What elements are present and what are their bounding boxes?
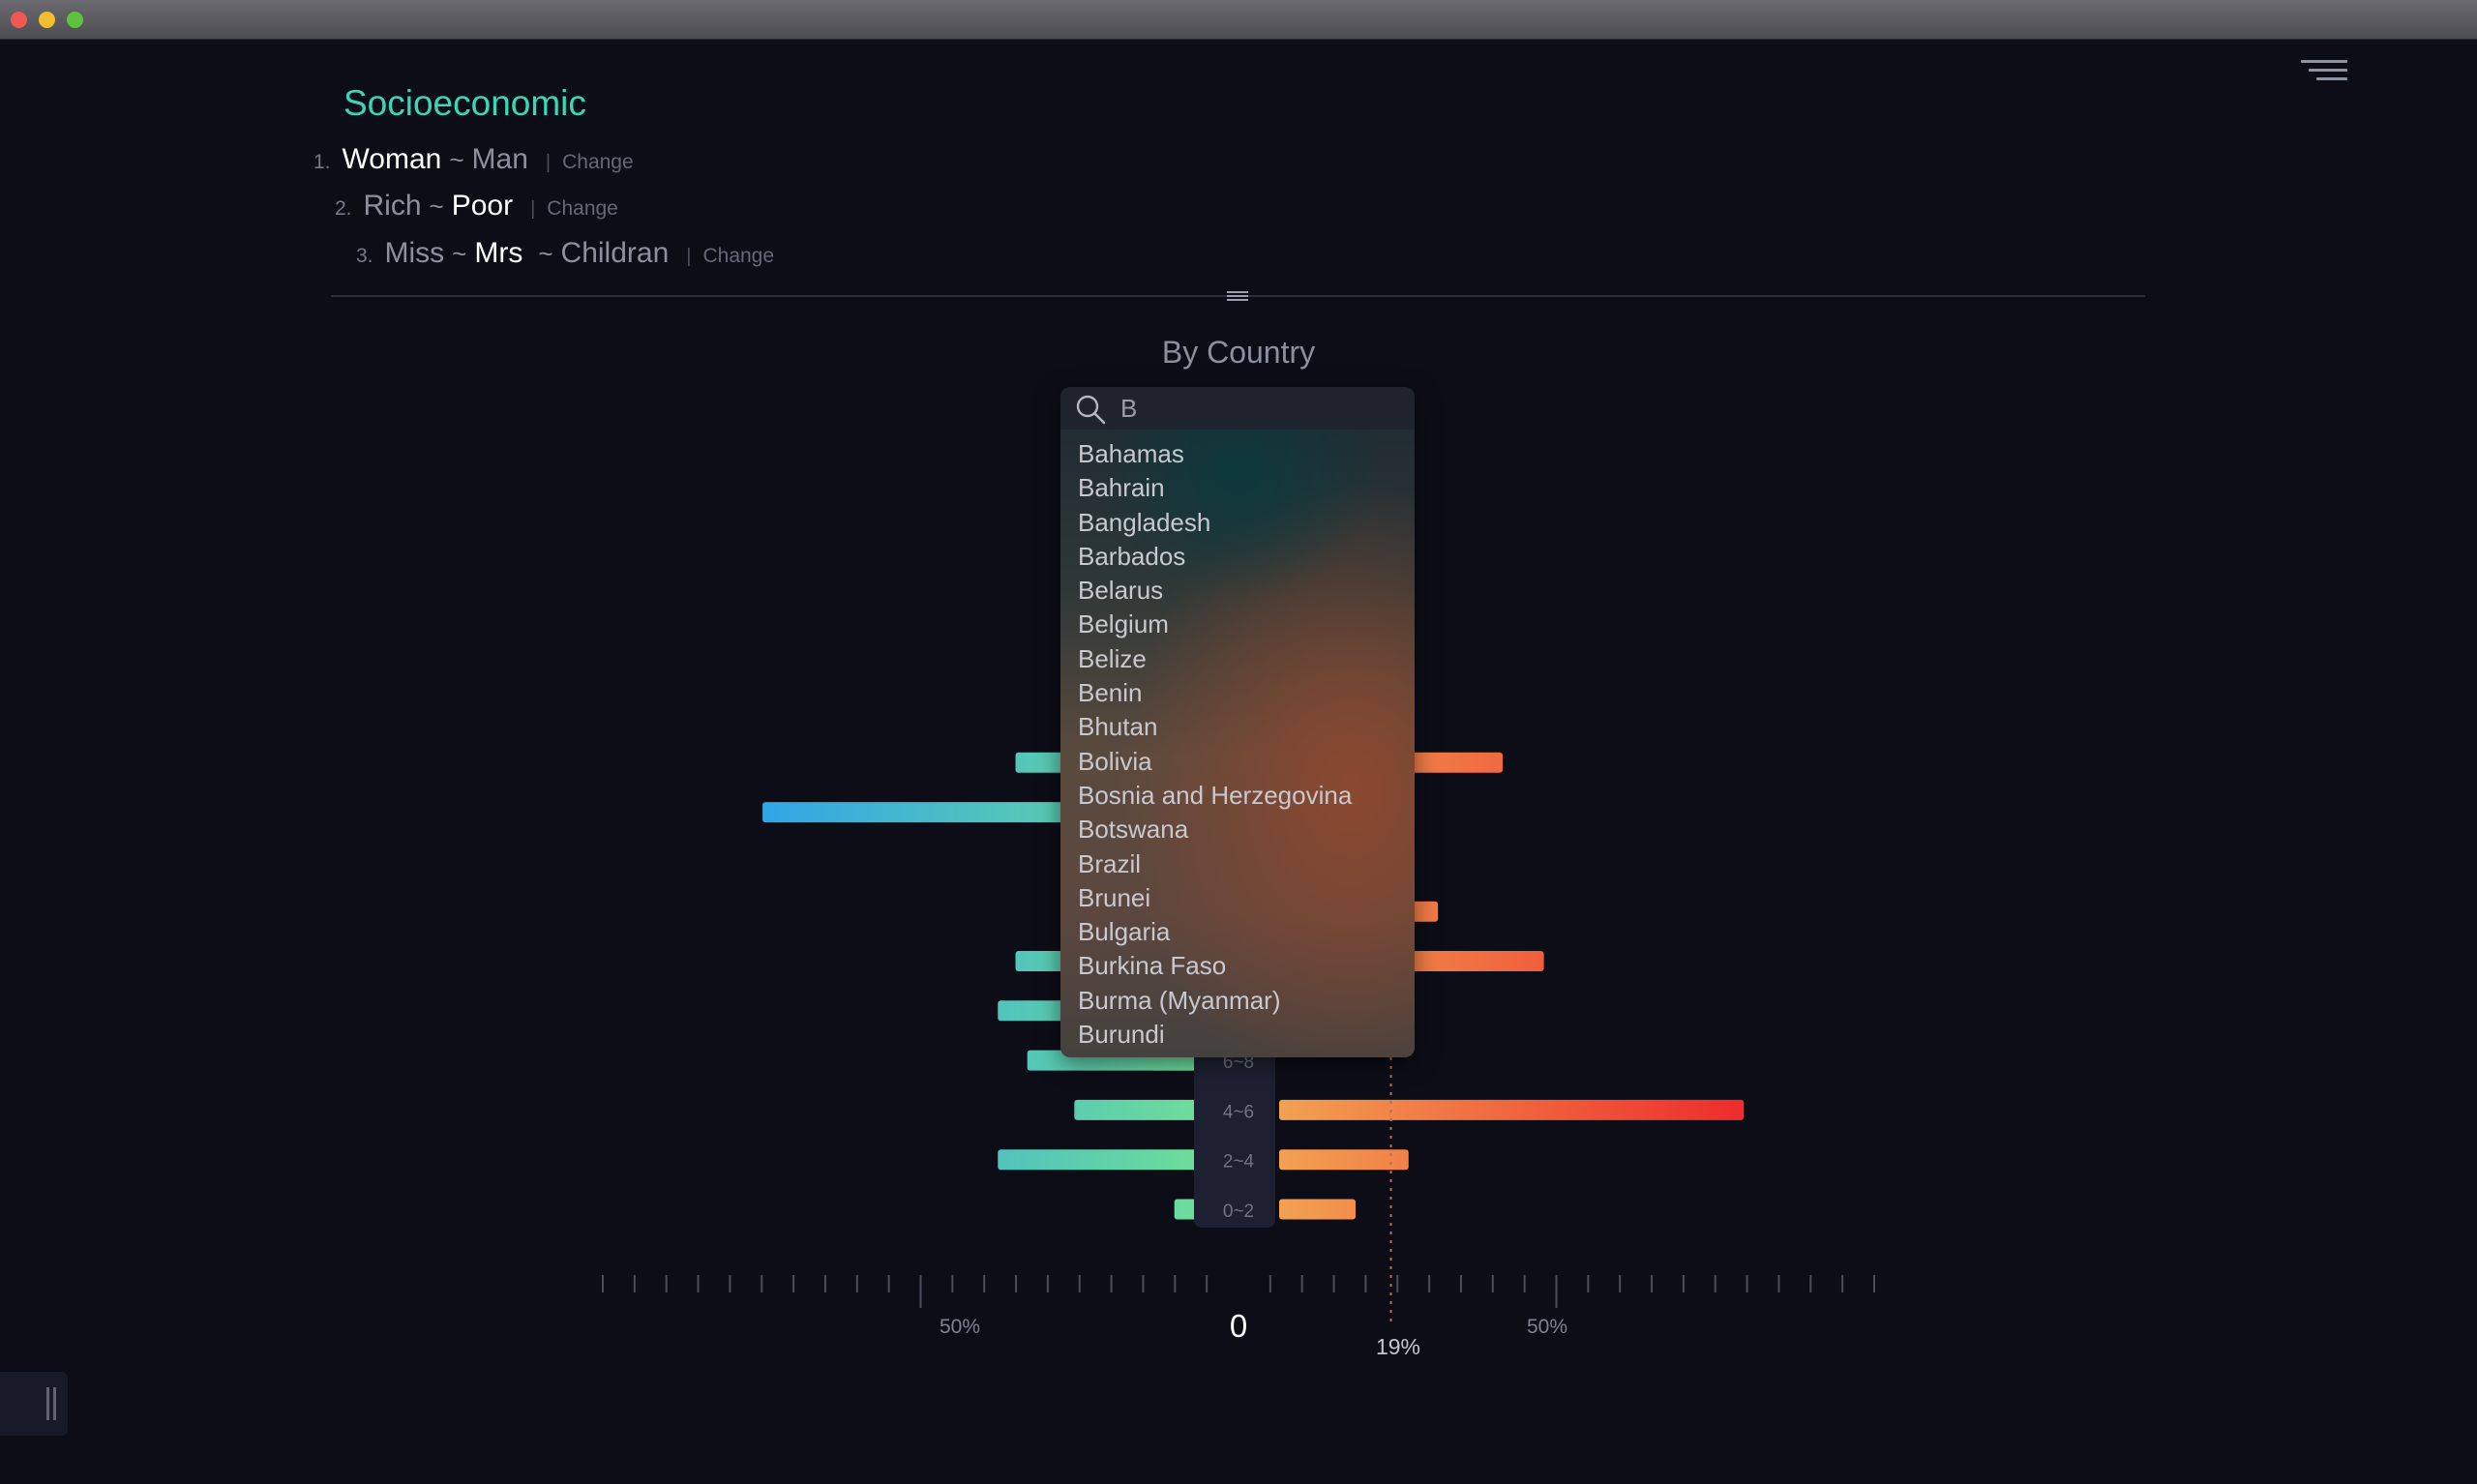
country-option[interactable]: Bangladesh bbox=[1078, 506, 1352, 540]
age-label-0~2: 0~2 bbox=[1223, 1202, 1254, 1222]
country-option[interactable]: Belize bbox=[1078, 642, 1352, 676]
axis-left-50-label: 50% bbox=[940, 1316, 980, 1338]
bar-right-4~6 bbox=[1279, 1099, 1745, 1120]
country-search-box bbox=[1060, 387, 1415, 430]
bar-right-0~2 bbox=[1279, 1199, 1357, 1220]
age-label-2~4: 2~4 bbox=[1223, 1152, 1255, 1172]
axis-zero-label: 0 bbox=[1230, 1308, 1247, 1344]
country-option[interactable]: Burkina Faso bbox=[1078, 949, 1352, 983]
axis-right-50-label: 50% bbox=[1527, 1316, 1567, 1338]
country-option[interactable]: Bulgaria bbox=[1078, 915, 1352, 949]
country-option[interactable]: Bahamas bbox=[1078, 437, 1352, 471]
side-panel-toggle[interactable] bbox=[0, 1372, 68, 1436]
country-option[interactable]: Bolivia bbox=[1078, 745, 1352, 779]
age-label-4~6: 4~6 bbox=[1223, 1102, 1254, 1122]
country-dropdown: BahamasBahrainBangladeshBarbadosBelarusB… bbox=[1060, 387, 1415, 1057]
country-search-input[interactable] bbox=[1120, 393, 1401, 424]
reference-value-label: 19% bbox=[1376, 1334, 1420, 1359]
country-option[interactable]: Brunei bbox=[1078, 881, 1352, 915]
search-icon bbox=[1076, 395, 1106, 425]
country-option[interactable]: Burundi bbox=[1078, 1018, 1352, 1052]
bar-left-4~6 bbox=[1074, 1099, 1198, 1120]
country-results-list: Bahamas Bahrain Bangladesh Barbados Belarus B… bbox=[1078, 437, 1352, 1052]
bar-right-2~4 bbox=[1279, 1149, 1409, 1171]
country-option[interactable]: Bhutan bbox=[1078, 710, 1352, 744]
bar-left-2~4 bbox=[998, 1149, 1198, 1171]
country-option[interactable]: Belgium bbox=[1078, 608, 1352, 641]
axis-ticks bbox=[602, 1275, 1875, 1308]
country-option[interactable]: Bahrain bbox=[1078, 471, 1352, 505]
country-option[interactable]: Barbados bbox=[1078, 540, 1352, 574]
country-option[interactable]: Burma (Myanmar) bbox=[1078, 984, 1352, 1018]
country-option[interactable]: Benin bbox=[1078, 676, 1352, 710]
country-option[interactable]: Bosnia and Herzegovina bbox=[1078, 779, 1352, 813]
country-option[interactable]: Brazil bbox=[1078, 847, 1352, 881]
country-option[interactable]: Botswana bbox=[1078, 813, 1352, 846]
country-option[interactable]: Belarus bbox=[1078, 574, 1352, 608]
